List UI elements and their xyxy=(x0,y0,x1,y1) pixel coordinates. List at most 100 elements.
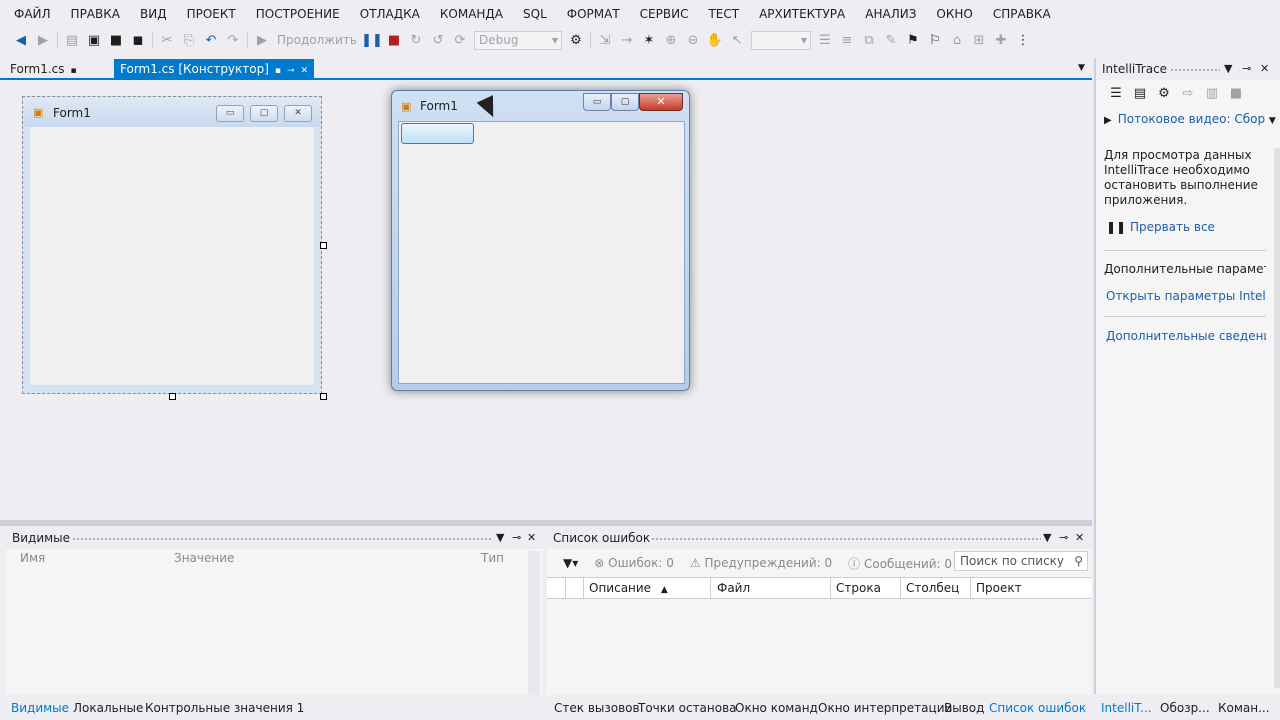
zoom-in-icon[interactable]: ⊕ xyxy=(660,30,682,50)
layout-icon[interactable]: ⧉ xyxy=(858,30,880,50)
open-log-icon[interactable]: ▥ xyxy=(1200,83,1224,103)
resize-handle-right[interactable] xyxy=(320,242,327,249)
back-icon[interactable]: ◀ xyxy=(10,30,32,50)
tab-breakpoints[interactable]: Точки останова xyxy=(638,701,737,715)
bookmark-next-icon[interactable]: ⚐ xyxy=(924,30,946,50)
close-icon[interactable]: ✕ xyxy=(1260,62,1269,75)
close-icon[interactable]: ✕ xyxy=(301,66,309,76)
tab-form1-designer[interactable]: Form1.cs [Конструктор] ▪ ⊸ ✕ xyxy=(114,59,315,79)
menu-team[interactable]: КОМАНДА xyxy=(430,0,513,28)
gear-icon[interactable]: ⚙ xyxy=(1152,83,1176,103)
align-center-icon[interactable]: ≡ xyxy=(836,30,858,50)
menu-architecture[interactable]: АРХИТЕКТУРА xyxy=(749,0,855,28)
pin-icon[interactable]: ⊸ xyxy=(1059,531,1068,544)
continue-icon[interactable]: ▶ xyxy=(251,30,273,50)
more-info-link[interactable]: Дополнительные сведения о xyxy=(1106,329,1266,343)
arrow-right-icon[interactable]: ⇨ xyxy=(1176,83,1200,103)
pause-icon[interactable]: ❚❚ xyxy=(361,30,383,50)
stop-icon[interactable]: ■ xyxy=(383,30,405,50)
step-icon[interactable]: ↺ xyxy=(427,30,449,50)
continue-button[interactable]: Продолжить xyxy=(273,33,361,47)
menu-file[interactable]: ФАЙЛ xyxy=(4,0,61,28)
chevron-down-icon[interactable]: ▼ xyxy=(1224,62,1232,75)
resize-handle-corner[interactable] xyxy=(320,393,327,400)
open-file-icon[interactable]: ▣ xyxy=(83,30,105,50)
bookmark-icon[interactable]: ⚑ xyxy=(902,30,924,50)
chevron-down-icon[interactable]: ▼ xyxy=(1043,531,1051,544)
column-description[interactable]: Описание ▲ xyxy=(589,581,668,595)
messages-toggle[interactable]: ⓘ Сообщений: 0 xyxy=(840,555,960,572)
error-search-input[interactable]: Поиск по списку ⚲ xyxy=(954,551,1088,571)
format-icon[interactable]: ⌂ xyxy=(946,30,968,50)
warnings-toggle[interactable]: ⚠ Предупреждений: 0 xyxy=(682,556,840,570)
save-icon[interactable]: ■ xyxy=(1224,83,1248,103)
grouped-list-icon[interactable]: ▤ xyxy=(1128,83,1152,103)
tab-output[interactable]: Вывод xyxy=(944,701,984,715)
restart-icon[interactable]: ↻ xyxy=(405,30,427,50)
tab-watch-1[interactable]: Контрольные значения 1 xyxy=(145,701,304,715)
tab-watch[interactable]: Видимые xyxy=(11,701,69,715)
menu-build[interactable]: ПОСТРОЕНИЕ xyxy=(246,0,350,28)
tab-form1-cs[interactable]: Form1.cs ▪ xyxy=(4,59,83,79)
list-icon[interactable]: ☰ xyxy=(1104,83,1128,103)
minimize-button[interactable]: ▭ xyxy=(583,93,611,111)
cut-icon[interactable]: ✂ xyxy=(156,30,178,50)
brush-icon[interactable]: ✎ xyxy=(880,30,902,50)
maximize-button[interactable]: ▢ xyxy=(611,93,639,111)
new-project-icon[interactable]: ▤ xyxy=(61,30,83,50)
step-into-icon[interactable]: ⇲ xyxy=(594,30,616,50)
hand-icon[interactable]: ✋ xyxy=(704,30,726,50)
errors-toggle[interactable]: ⊗ Ошибок: 0 xyxy=(586,556,682,570)
attach-icon[interactable]: ⚙ xyxy=(565,30,587,50)
menu-project[interactable]: ПРОЕКТ xyxy=(177,0,246,28)
zoom-out-icon[interactable]: ⊖ xyxy=(682,30,704,50)
undo-icon[interactable]: ↶ xyxy=(200,30,222,50)
column-project[interactable]: Проект xyxy=(976,581,1022,595)
configuration-select[interactable]: Debug ▼ xyxy=(473,30,562,50)
zoom-select[interactable]: ▼ xyxy=(750,30,811,50)
grid-icon[interactable]: ⊞ xyxy=(968,30,990,50)
exceptions-icon[interactable]: ✶ xyxy=(638,30,660,50)
tab-command-window[interactable]: Окно команд xyxy=(735,701,818,715)
form-button[interactable] xyxy=(401,123,474,144)
tab-team-explorer[interactable]: Коман... xyxy=(1218,701,1270,715)
tab-call-stack[interactable]: Стек вызовов xyxy=(554,701,640,715)
forward-icon[interactable]: ▶ xyxy=(32,30,54,50)
tab-dropdown-icon[interactable]: ▼ xyxy=(1078,63,1085,73)
save-all-icon[interactable]: ◼ xyxy=(127,30,149,50)
column-type[interactable]: Тип xyxy=(481,551,504,569)
break-all-link[interactable]: ❚❚ Прервать все xyxy=(1106,220,1266,234)
more-icon[interactable]: ⋮ xyxy=(1012,30,1034,50)
column-column[interactable]: Столбец xyxy=(906,581,959,595)
align-icon[interactable]: ☰ xyxy=(814,30,836,50)
column-line[interactable]: Строка xyxy=(836,581,881,595)
copy-icon[interactable]: ⎘ xyxy=(178,30,200,50)
open-params-link[interactable]: Открыть параметры IntelliTra xyxy=(1106,289,1266,303)
running-form-window[interactable]: ▣ Form1 ▭ ▢ ✕ xyxy=(391,90,690,391)
pin-icon[interactable]: ⊸ xyxy=(512,531,521,544)
pointer-icon[interactable]: ↖ xyxy=(726,30,748,50)
close-icon[interactable]: ✕ xyxy=(1075,531,1084,544)
close-button[interactable]: ✕ xyxy=(639,93,683,111)
resize-handle-bottom[interactable] xyxy=(169,393,176,400)
scrollbar[interactable] xyxy=(1274,148,1280,688)
save-icon[interactable]: ■ xyxy=(105,30,127,50)
refresh-icon[interactable]: ⟳ xyxy=(449,30,471,50)
step-over-icon[interactable]: → xyxy=(616,30,638,50)
tab-locals[interactable]: Локальные xyxy=(73,701,143,715)
scrollbar[interactable] xyxy=(528,551,540,695)
column-value[interactable]: Значение xyxy=(174,551,234,569)
close-icon[interactable]: ✕ xyxy=(527,531,536,544)
column-file[interactable]: Файл xyxy=(717,581,750,595)
menu-edit[interactable]: ПРАВКА xyxy=(61,0,130,28)
tab-intellitrace[interactable]: IntelliT... xyxy=(1101,701,1152,715)
tab-solution-explorer[interactable]: Обозр... xyxy=(1160,701,1210,715)
designer-form[interactable]: ▣ Form1 ▭ ▢ ✕ xyxy=(22,96,322,394)
menu-view[interactable]: ВИД xyxy=(130,0,177,28)
menu-format[interactable]: ФОРМАТ xyxy=(557,0,630,28)
column-name[interactable]: Имя xyxy=(20,551,45,569)
filter-icon[interactable]: ▼▾ xyxy=(555,556,586,570)
menu-analyze[interactable]: АНАЛИЗ xyxy=(855,0,926,28)
chevron-down-icon[interactable]: ▼ xyxy=(496,531,504,544)
redo-icon[interactable]: ↷ xyxy=(222,30,244,50)
